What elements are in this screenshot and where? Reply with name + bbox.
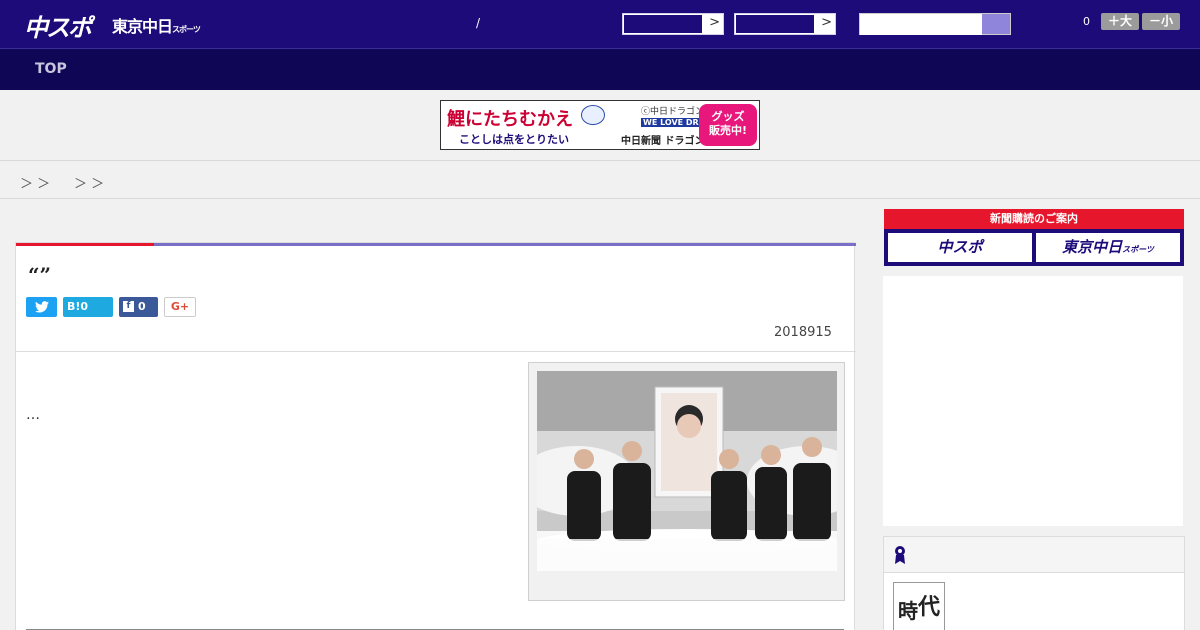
- article-divider: [16, 351, 856, 352]
- tokyo-chunichi-logo[interactable]: 東京中日スポーツ: [112, 13, 201, 37]
- sidebar-ad-slot[interactable]: [883, 276, 1183, 526]
- chuspo-subscribe-button[interactable]: 中スポ: [888, 233, 1032, 262]
- ranking-box: 時 代: [883, 536, 1185, 630]
- hatena-bookmark-button[interactable]: B!0: [63, 297, 113, 317]
- breadcrumb-segment-2[interactable]: ＞ ＞: [74, 173, 104, 192]
- article-photo[interactable]: [537, 371, 837, 571]
- tokyo-logo-small: スポーツ: [172, 25, 201, 34]
- category-select-2-value: [735, 14, 815, 34]
- thumb-text-2: 代: [918, 594, 941, 620]
- search-box: [859, 13, 1011, 35]
- article-accent-red: [16, 243, 154, 246]
- main-nav: TOP: [0, 48, 1200, 90]
- facebook-share-button[interactable]: f0: [119, 297, 158, 317]
- banner-headline: 鯉にたちむかえ: [447, 109, 573, 130]
- tokyo-logo-text: 東京中日: [112, 17, 173, 36]
- ranking-medal-icon: [895, 546, 905, 564]
- banner-goods-badge: グッズ 販売中!: [699, 104, 757, 146]
- mascot-icon: [581, 105, 605, 125]
- category-select-1[interactable]: >: [622, 13, 724, 35]
- article-title: “”: [28, 263, 52, 287]
- article-accent-purple: [154, 243, 856, 246]
- article-photo-frame: [528, 362, 845, 601]
- goods-line-1: グッズ: [711, 110, 745, 123]
- ranking-header: [884, 537, 1184, 573]
- chevron-right-icon: >: [709, 15, 720, 30]
- google-plus-share-button[interactable]: G+: [164, 297, 196, 317]
- chuspo-logo[interactable]: 中スポ: [24, 8, 92, 43]
- article-card: “” B!0 f0 G+ 2018915 …: [15, 242, 856, 630]
- subscription-box: 新聞購読のご案内 中スポ 東京中日スポーツ: [884, 209, 1184, 266]
- top-header: 中スポ 東京中日スポーツ / > > 0 ＋大 －小: [0, 0, 1200, 48]
- search-input[interactable]: [860, 14, 982, 35]
- ranking-item-thumbnail[interactable]: 時 代: [893, 582, 945, 630]
- header-separator: /: [476, 16, 481, 30]
- article-lead: …: [26, 407, 40, 423]
- breadcrumb: ＞ ＞ ＞ ＞: [0, 160, 1200, 199]
- font-smaller-button[interactable]: －小: [1142, 13, 1180, 30]
- tokyo-subscribe-button[interactable]: 東京中日スポーツ: [1036, 233, 1180, 262]
- dragons-shop-banner[interactable]: 鯉にたちむかえ ことしは点をとりたい ⓒ中日ドラゴンズ WE LOVE DRAG…: [440, 100, 760, 150]
- banner-subline: ことしは点をとりたい: [459, 133, 569, 146]
- facebook-share-count: 0: [138, 300, 146, 313]
- category-select-1-value: [623, 14, 703, 34]
- tokyo-subscribe-small: スポーツ: [1122, 245, 1154, 254]
- tokyo-subscribe-text: 東京中日: [1062, 238, 1123, 256]
- twitter-share-button[interactable]: [26, 297, 57, 317]
- font-larger-button[interactable]: ＋大: [1101, 13, 1139, 30]
- memorial-photo-illustration: [537, 371, 837, 571]
- notification-count: 0: [1083, 15, 1090, 28]
- nav-item-top[interactable]: TOP: [35, 61, 67, 77]
- facebook-icon: f: [123, 301, 134, 312]
- thumb-text-1: 時: [898, 599, 918, 623]
- category-select-2[interactable]: >: [734, 13, 836, 35]
- twitter-icon: [34, 301, 49, 313]
- chevron-right-icon: >: [821, 15, 832, 30]
- goods-line-2: 販売中!: [708, 124, 748, 137]
- breadcrumb-segment-1[interactable]: ＞ ＞: [20, 173, 50, 192]
- search-button[interactable]: [982, 14, 1010, 34]
- subscription-header: 新聞購読のご案内: [884, 209, 1184, 229]
- article-date: 2018915: [774, 325, 832, 340]
